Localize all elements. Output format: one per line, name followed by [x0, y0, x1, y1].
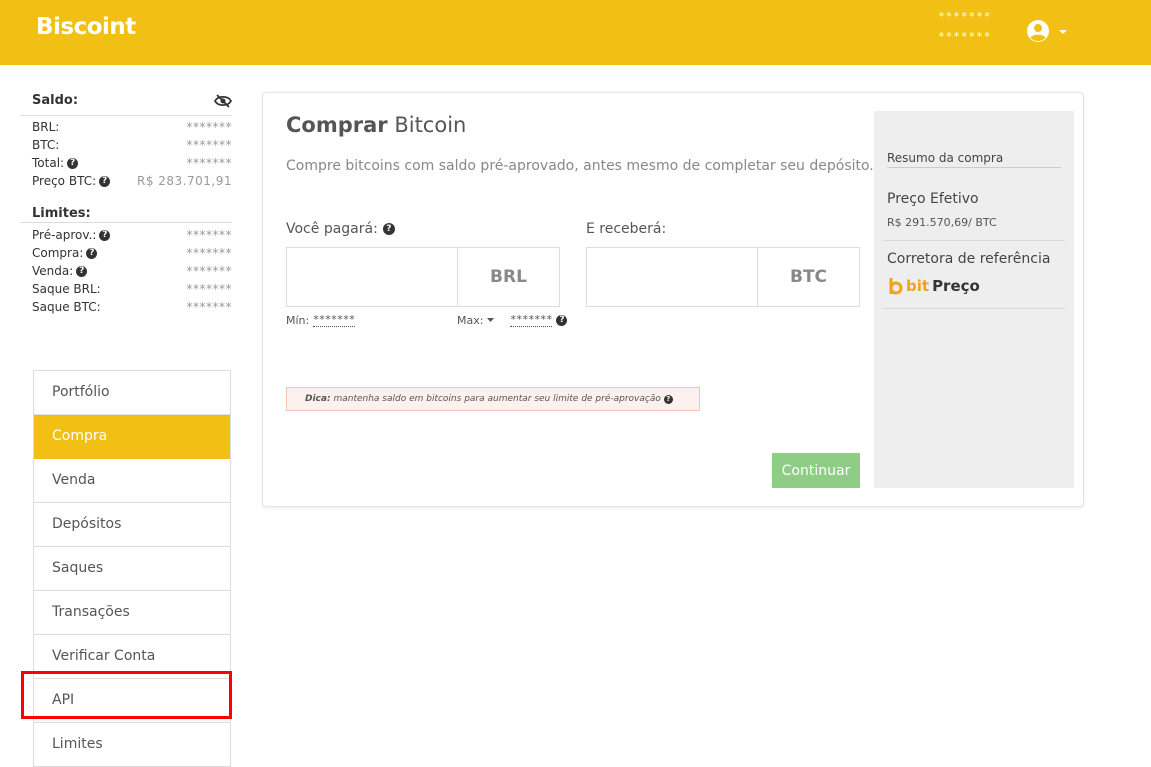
min-value[interactable]: ******* [313, 313, 356, 327]
btc-price-value: R$ 283.701,91 [137, 174, 232, 188]
menu-item-saques[interactable]: Saques [34, 547, 230, 591]
pay-label-text: Você pagará: [286, 221, 378, 237]
tip-text: mantenha saldo em bitcoins para aumentar… [333, 394, 661, 404]
receive-input-group: BTC [586, 247, 860, 307]
title-rest: Bitcoin [394, 113, 467, 137]
title-bold: Comprar [286, 113, 388, 137]
tip-bold: Dica: [305, 394, 331, 404]
limit-label: Venda: [32, 264, 74, 278]
menu-item-venda[interactable]: Venda [34, 459, 230, 503]
limit-value: ******* [186, 282, 232, 296]
menu-item-portfolio[interactable]: Portfólio [34, 371, 230, 415]
question-circle-icon[interactable]: ? [99, 230, 111, 241]
receive-amount-input[interactable] [587, 248, 757, 306]
balance-value: ******* [186, 156, 232, 170]
user-name-masked: ******* [938, 10, 992, 23]
limits-title: Limites: [20, 205, 232, 223]
balance-value: ******* [186, 138, 232, 152]
summary-title: Resumo da compra [887, 151, 1061, 168]
balances-title: Saldo: [20, 92, 232, 116]
receive-label-text: E receberá: [586, 221, 667, 237]
menu-item-compra[interactable]: Compra [34, 415, 230, 459]
limit-value: ******* [186, 264, 232, 278]
user-id-masked: ******* [938, 30, 992, 43]
menu-item-depositos[interactable]: Depósitos [34, 503, 230, 547]
balance-value: ******* [186, 120, 232, 134]
balance-label: Total: [32, 156, 65, 170]
menu-item-api[interactable]: API [34, 679, 230, 723]
limit-row-withdraw-brl: Saque BRL: ******* [20, 281, 232, 299]
question-circle-icon[interactable]: ? [99, 176, 111, 187]
menu-item-transacoes[interactable]: Transações [34, 591, 230, 635]
question-circle-icon[interactable]: ? [67, 158, 79, 169]
user-avatar-icon [1027, 20, 1049, 42]
limit-row-preapproved: Pré-aprov.:? ******* [20, 227, 232, 245]
limit-label: Saque BRL: [32, 282, 101, 296]
summary-divider [883, 308, 1065, 309]
receive-currency-addon: BTC [757, 248, 859, 306]
user-menu-button[interactable] [1026, 19, 1072, 43]
caret-down-icon[interactable] [487, 317, 495, 323]
limit-row-withdraw-btc: Saque BTC: ******* [20, 299, 232, 317]
logo-text-bit: bit [906, 277, 930, 295]
logo-text-preco: Preço [932, 277, 980, 295]
balance-label: BRL: [32, 120, 60, 134]
effective-price-label: Preço Efetivo [887, 191, 979, 207]
effective-price-value: R$ 291.570,69/ BTC [887, 216, 997, 229]
limit-value: ******* [186, 246, 232, 260]
balance-row-total: Total:? ******* [20, 155, 232, 173]
continue-button[interactable]: Continuar [772, 453, 860, 488]
tip-box: Dica: mantenha saldo em bitcoins para au… [286, 387, 700, 411]
limit-label: Pré-aprov.: [32, 228, 97, 242]
min-limit: Mín: ******* [286, 313, 356, 327]
pay-currency-addon: BRL [457, 248, 559, 306]
min-label: Mín: [286, 313, 310, 327]
brand-logo[interactable]: Biscoint [36, 14, 136, 40]
purchase-summary: Resumo da compra Preço Efetivo R$ 291.57… [874, 111, 1074, 488]
pay-input-group: BRL [286, 247, 560, 307]
balance-row-btc-price: Preço BTC:? R$ 283.701,91 [20, 173, 232, 191]
question-circle-icon[interactable]: ? [663, 395, 673, 404]
top-bar: Biscoint ******* ******* [0, 0, 1151, 65]
max-label: Max: [457, 313, 484, 327]
pay-amount-input[interactable] [287, 248, 457, 306]
balance-label: Preço BTC: [32, 174, 97, 188]
receive-field-label: E receberá: [586, 221, 666, 237]
reference-broker-label: Corretora de referência [887, 251, 1051, 267]
side-menu: Portfólio Compra Venda Depósitos Saques … [33, 370, 231, 767]
chevron-down-icon [1059, 30, 1067, 34]
bitpreco-logo[interactable]: bit Preço [887, 277, 980, 295]
limit-value: ******* [186, 228, 232, 242]
max-limit: Max: ******* ? [457, 313, 568, 327]
limit-label: Saque BTC: [32, 300, 101, 314]
limit-row-buy: Compra:? ******* [20, 245, 232, 263]
balance-row-btc: BTC: ******* [20, 137, 232, 155]
balance-label: BTC: [32, 138, 60, 152]
question-circle-icon[interactable]: ? [382, 223, 395, 235]
question-circle-icon[interactable]: ? [76, 266, 88, 277]
balance-row-brl: BRL: ******* [20, 119, 232, 137]
page-title: Comprar Bitcoin [286, 113, 466, 137]
limit-label: Compra: [32, 246, 84, 260]
summary-divider [883, 240, 1065, 241]
buy-card: Comprar Bitcoin Compre bitcoins com sald… [262, 92, 1084, 507]
menu-item-limites[interactable]: Limites [34, 723, 230, 767]
question-circle-icon[interactable]: ? [86, 248, 98, 259]
limit-row-sell: Venda:? ******* [20, 263, 232, 281]
balances-panel: Saldo: BRL: ******* BTC: ******* Total:?… [20, 92, 232, 317]
question-circle-icon[interactable]: ? [556, 314, 568, 326]
pay-field-label: Você pagará: ? [286, 221, 395, 237]
eye-slash-icon[interactable] [214, 94, 232, 108]
menu-item-verificar-conta[interactable]: Verificar Conta [34, 635, 230, 679]
max-value[interactable]: ******* [510, 313, 553, 327]
bitpreco-mark-icon [889, 278, 903, 295]
page-subtitle: Compre bitcoins com saldo pré-aprovado, … [286, 158, 874, 174]
limit-value: ******* [186, 300, 232, 314]
